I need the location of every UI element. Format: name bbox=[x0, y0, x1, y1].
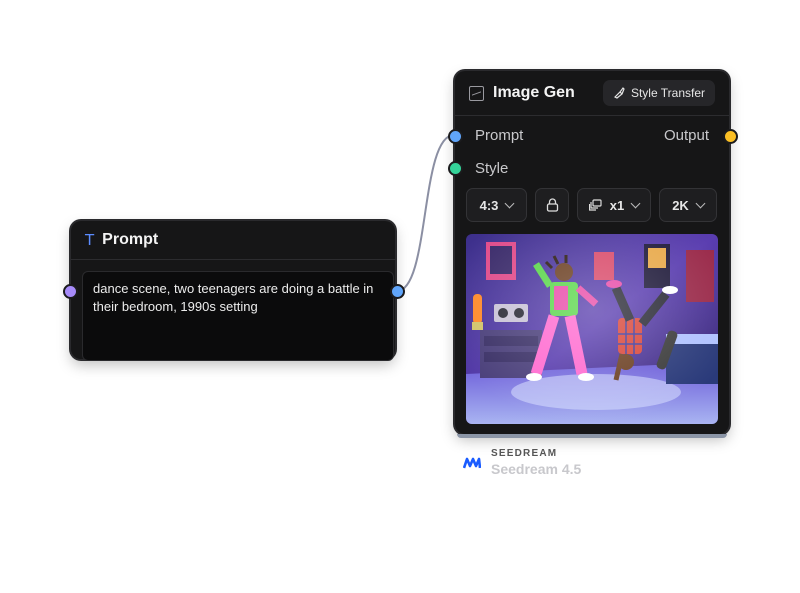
image-gen-style-input-port[interactable] bbox=[448, 161, 463, 176]
lock-aspect-button[interactable] bbox=[535, 188, 569, 222]
chevron-down-icon bbox=[695, 198, 706, 208]
brush-icon bbox=[613, 87, 625, 99]
aspect-ratio-select[interactable]: 4:3 bbox=[466, 188, 527, 222]
image-gen-prompt-input-port[interactable] bbox=[448, 129, 463, 144]
aspect-ratio-value: 4:3 bbox=[479, 197, 499, 213]
model-name: Seedream 4.5 bbox=[491, 461, 582, 477]
chevron-down-icon bbox=[630, 198, 641, 208]
resolution-value: 2K bbox=[672, 197, 689, 213]
prompt-node-title: Prompt bbox=[102, 231, 159, 248]
prompt-node-header[interactable]: T Prompt bbox=[71, 221, 395, 260]
generation-controls: 4:3 x1 2K bbox=[466, 188, 717, 222]
image-gen-header[interactable]: Image Gen Style Transfer bbox=[455, 71, 729, 116]
prompt-node[interactable]: T Prompt dance scene, two teenagers are … bbox=[71, 221, 395, 361]
lock-icon bbox=[546, 198, 558, 212]
resolution-select[interactable]: 2K bbox=[659, 188, 717, 222]
image-icon bbox=[469, 85, 484, 101]
output-label: Output bbox=[663, 127, 709, 144]
dance-battle-illustration bbox=[466, 234, 718, 424]
seedream-logo-icon bbox=[463, 457, 481, 468]
count-select[interactable]: x1 bbox=[577, 188, 651, 222]
input-label-prompt: Prompt bbox=[475, 127, 524, 144]
model-badge[interactable]: SEEDREAM Seedream 4.5 bbox=[463, 448, 581, 477]
count-value: x1 bbox=[609, 197, 625, 213]
input-label-style: Style bbox=[475, 160, 509, 177]
style-transfer-label: Style Transfer bbox=[630, 86, 705, 100]
image-gen-title: Image Gen bbox=[493, 84, 575, 101]
image-gen-node[interactable]: Image Gen Style Transfer Prompt Style Ou… bbox=[455, 71, 729, 438]
image-gen-output-port[interactable] bbox=[723, 129, 738, 144]
prompt-node-input-port[interactable] bbox=[63, 284, 78, 299]
generated-image[interactable] bbox=[466, 234, 718, 424]
style-transfer-button[interactable]: Style Transfer bbox=[602, 80, 715, 106]
model-brand: SEEDREAM bbox=[491, 448, 558, 459]
chevron-down-icon bbox=[504, 198, 515, 208]
prompt-textarea[interactable]: dance scene, two teenagers are doing a b… bbox=[82, 271, 394, 361]
text-icon: T bbox=[85, 231, 95, 249]
prompt-node-output-port[interactable] bbox=[390, 284, 405, 299]
images-stack-icon bbox=[588, 199, 602, 211]
